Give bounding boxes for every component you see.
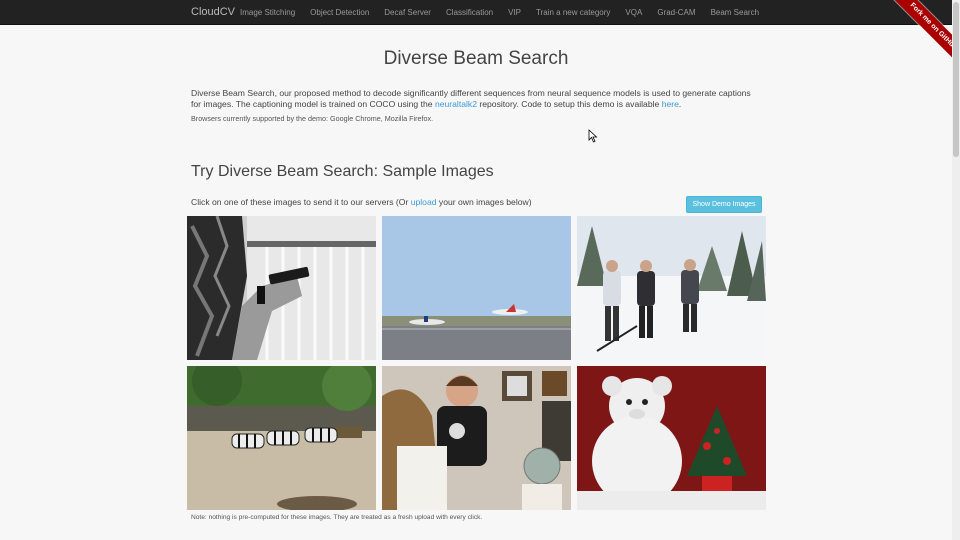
nav-link-vip[interactable]: VIP	[508, 0, 521, 25]
neuraltalk2-link[interactable]: neuraltalk2	[435, 99, 477, 109]
scrollbar-thumb[interactable]	[953, 2, 959, 157]
instruction-text-1: Click on one of these images to send it …	[191, 197, 411, 207]
code-here-link[interactable]: here	[662, 99, 679, 109]
precompute-note: Note: nothing is pre-computed for these …	[191, 514, 483, 521]
intro-text-2: repository. Code to setup this demo is a…	[476, 99, 662, 109]
page-scrollbar[interactable]	[952, 0, 960, 540]
browser-support-note: Browsers currently supported by the demo…	[191, 114, 434, 123]
nav-link-object-detection[interactable]: Object Detection	[310, 0, 369, 25]
sample-image-airplanes[interactable]	[382, 216, 571, 360]
mouse-cursor-icon	[588, 129, 598, 143]
top-navbar: CloudCV Image Stitching Object Detection…	[0, 0, 960, 25]
show-demo-images-button[interactable]: Show Demo Images	[686, 196, 762, 213]
nav-link-image-stitching[interactable]: Image Stitching	[240, 0, 295, 25]
nav-link-decaf-server[interactable]: Decaf Server	[384, 0, 431, 25]
nav-links: Image Stitching Object Detection Decaf S…	[240, 0, 774, 25]
sample-image-zebras[interactable]	[187, 366, 376, 510]
nav-link-grad-cam[interactable]: Grad-CAM	[657, 0, 695, 25]
intro-text-3: .	[678, 99, 682, 109]
nav-link-classification[interactable]: Classification	[446, 0, 493, 25]
sample-instruction: Click on one of these images to send it …	[191, 197, 532, 207]
sample-image-teddy-bear[interactable]	[577, 366, 766, 510]
sample-image-skiers[interactable]	[577, 216, 766, 360]
upload-link[interactable]: upload	[411, 197, 437, 207]
nav-link-beam-search[interactable]: Beam Search	[711, 0, 759, 25]
page-title: Diverse Beam Search	[383, 48, 569, 69]
sample-image-kids[interactable]	[382, 366, 571, 510]
instruction-text-2: your own images below)	[436, 197, 532, 207]
nav-link-train-category[interactable]: Train a new category	[536, 0, 610, 25]
brand-link[interactable]: CloudCV	[191, 6, 235, 18]
sample-image-phone[interactable]	[187, 216, 376, 360]
nav-link-vqa[interactable]: VQA	[625, 0, 642, 25]
sample-images-heading: Try Diverse Beam Search: Sample Images	[191, 163, 494, 180]
intro-paragraph: Diverse Beam Search, our proposed method…	[191, 88, 751, 110]
